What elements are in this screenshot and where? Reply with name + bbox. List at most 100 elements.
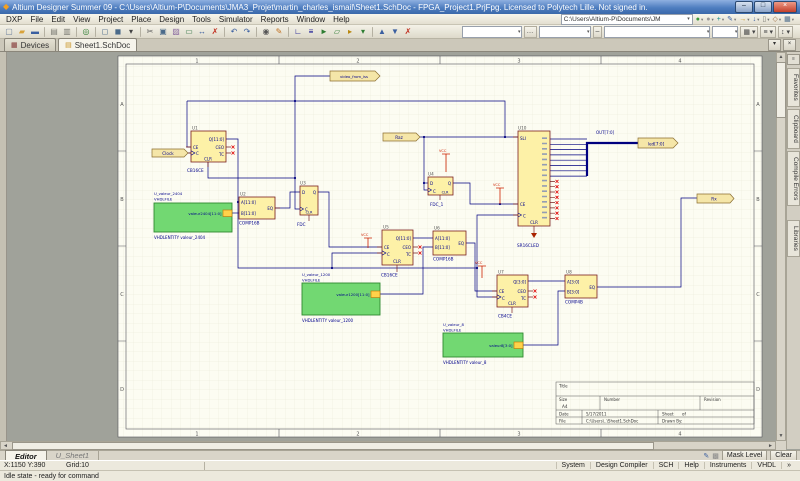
panel-grip-icon[interactable]: ≡ <box>787 54 800 65</box>
toolbar-separator[interactable] <box>76 27 77 37</box>
error-marker-icon[interactable]: ✗ <box>402 26 414 38</box>
close-button[interactable]: × <box>773 1 797 13</box>
mask-pencil-icon[interactable]: ✎ <box>703 452 709 460</box>
simulate-icon[interactable]: ▲ <box>376 26 388 38</box>
panel-button[interactable]: » <box>781 462 796 469</box>
panel-button[interactable]: Instruments <box>704 462 752 469</box>
menu-item[interactable]: Window <box>293 15 329 24</box>
tab-u-sheet1[interactable]: U_Sheet1 <box>47 451 99 461</box>
menu-item[interactable]: Project <box>94 15 127 24</box>
panel-button[interactable]: Help <box>678 462 703 469</box>
menu-item[interactable]: Design <box>155 15 188 24</box>
bus-net-label[interactable]: OUT[7:0] <box>596 130 615 135</box>
sync-icon[interactable]: ● <box>696 15 704 24</box>
compare-icon[interactable]: ◇ <box>772 15 781 24</box>
snap-dropdown-button[interactable]: ≡ ▾ <box>760 26 776 38</box>
zoom-document-icon[interactable]: ◼ <box>112 26 124 38</box>
menu-item[interactable]: Edit <box>47 15 69 24</box>
toolbar-separator[interactable] <box>288 27 289 37</box>
horizontal-scroll-thumb[interactable] <box>12 442 654 450</box>
right-panel-tab[interactable]: Libraries <box>787 220 800 257</box>
panel-button[interactable]: VHDL <box>751 462 781 469</box>
place-port-icon[interactable]: ▸ <box>344 26 356 38</box>
redo-icon[interactable]: ↷ <box>241 26 253 38</box>
undo-icon[interactable]: ↶ <box>228 26 240 38</box>
release-icon[interactable]: ▯ <box>762 15 769 24</box>
close-document-icon[interactable]: × <box>783 39 796 51</box>
download-icon[interactable]: ↓ <box>753 15 760 24</box>
port-video-from-iss[interactable]: video_from_iss <box>330 71 380 81</box>
print-icon[interactable]: ▤ <box>48 26 60 38</box>
vertical-scroll-thumb[interactable] <box>776 62 786 118</box>
ellipsis-button[interactable]: … <box>524 26 537 38</box>
vertical-scrollbar[interactable]: ▲ ▼ <box>776 52 786 441</box>
paste-icon[interactable]: ▨ <box>170 26 182 38</box>
place-net-label-icon[interactable]: ▾ <box>357 26 369 38</box>
forward-icon[interactable]: → <box>739 15 749 24</box>
window-list-icon[interactable]: ▾ <box>768 39 781 51</box>
copy-icon[interactable]: ▣ <box>157 26 169 38</box>
probe-icon[interactable]: ▼ <box>389 26 401 38</box>
port-raz[interactable]: Raz <box>383 133 420 141</box>
menu-item[interactable]: Simulator <box>215 15 257 24</box>
place-part-icon[interactable]: ► <box>318 26 330 38</box>
menu-item[interactable]: Help <box>329 15 353 24</box>
move-icon[interactable]: ↔ <box>196 26 208 38</box>
grid-dropdown-button[interactable]: ▦ ▾ <box>740 26 758 38</box>
scroll-right-icon[interactable]: ► <box>766 442 775 450</box>
scroll-down-icon[interactable]: ▼ <box>777 432 786 440</box>
filter-combo-2[interactable] <box>539 26 591 38</box>
new-document-icon[interactable]: ▢ <box>3 26 15 38</box>
toolbar-separator[interactable] <box>224 27 225 37</box>
tab-sheet1-schdoc[interactable]: ▤ Sheet1.SchDoc <box>58 38 137 51</box>
schematic-canvas[interactable]: 1 2 3 4 1 2 3 4 A B C D A B C D <box>0 52 776 441</box>
right-panel-tab[interactable]: Clipboard <box>787 109 800 149</box>
menu-item[interactable]: File <box>26 15 47 24</box>
port-led[interactable]: led[7:0] <box>638 138 678 148</box>
place-bus-icon[interactable]: ≡ <box>305 26 317 38</box>
scroll-left-icon[interactable]: ◄ <box>1 442 10 450</box>
dash-button[interactable]: – <box>593 26 603 38</box>
zoom-dropdown-icon[interactable]: ▾ <box>125 26 137 38</box>
maximize-button[interactable]: □ <box>754 1 772 13</box>
units-dropdown-button[interactable]: ↕ ▾ <box>778 26 793 38</box>
toolbar-separator[interactable] <box>95 27 96 37</box>
minimize-button[interactable]: – <box>735 1 753 13</box>
toolbar-separator[interactable] <box>256 27 257 37</box>
place-wire-icon[interactable]: ∟ <box>292 26 304 38</box>
device-view-icon[interactable]: ◎ <box>80 26 92 38</box>
open-document-icon[interactable]: ▰ <box>16 26 28 38</box>
find-text-icon[interactable]: ◉ <box>260 26 272 38</box>
toolbar-separator[interactable] <box>44 27 45 37</box>
panel-button[interactable]: Design Compiler <box>590 462 653 469</box>
clear-filter-icon[interactable]: ✗ <box>209 26 221 38</box>
toolbar-separator[interactable] <box>372 27 373 37</box>
left-panel-grip[interactable] <box>0 52 7 441</box>
pause-icon[interactable]: ● <box>706 15 714 24</box>
menu-item[interactable]: Reports <box>257 15 293 24</box>
menu-item[interactable]: View <box>69 15 94 24</box>
toolbar-separator[interactable] <box>140 27 141 37</box>
right-panel-tab[interactable]: Favorites <box>787 68 800 107</box>
menu-item[interactable]: Tools <box>188 15 215 24</box>
print-preview-icon[interactable]: ▥ <box>61 26 73 38</box>
filter-combo-3[interactable] <box>604 26 710 38</box>
zoom-window-icon[interactable]: ◻ <box>99 26 111 38</box>
scale-combo[interactable] <box>712 26 738 38</box>
menu-item[interactable]: Place <box>127 15 155 24</box>
horizontal-scrollbar[interactable]: ◄ ► <box>0 441 776 450</box>
annotate-icon[interactable]: ✎ <box>727 15 736 24</box>
menu-item[interactable]: DXP <box>2 15 26 24</box>
filter-combo-1[interactable] <box>462 26 522 38</box>
select-area-icon[interactable]: ▭ <box>183 26 195 38</box>
scroll-up-icon[interactable]: ▲ <box>777 53 786 61</box>
tab-devices[interactable]: ▦ Devices <box>4 38 56 51</box>
grid-icon[interactable]: ▦ <box>784 15 794 24</box>
save-icon[interactable]: ▬ <box>29 26 41 38</box>
panel-button[interactable]: SCH <box>653 462 679 469</box>
right-panel-tab[interactable]: Compile Errors <box>787 151 800 206</box>
edit-icon[interactable]: ✎ <box>273 26 285 38</box>
place-sheet-symbol-icon[interactable]: ▱ <box>331 26 343 38</box>
panel-button[interactable]: System <box>556 462 590 469</box>
mask-grid-icon[interactable]: ▩ <box>712 452 719 460</box>
